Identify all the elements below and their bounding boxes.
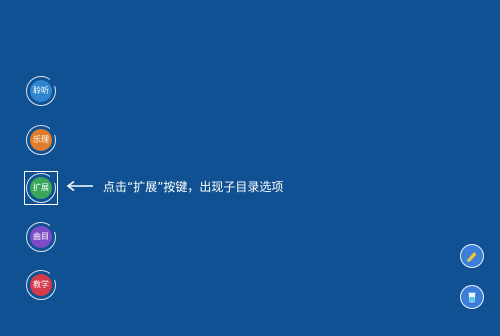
menu-item-repertoire[interactable]: 曲目 — [26, 222, 58, 252]
button-disc — [460, 285, 484, 309]
pencil-tool-button[interactable] — [460, 244, 484, 268]
menu-item-listen[interactable]: 聆听 — [26, 76, 58, 106]
ring-gap — [50, 272, 58, 280]
expand-highlight-box — [24, 171, 58, 205]
tutorial-screen: 聆听 乐理 扩展 曲目 教学 点击“扩展”按键，出现子目录选项 — [0, 0, 500, 336]
ring-gap — [50, 78, 58, 86]
left-arrow-icon — [66, 180, 93, 192]
menu-item-label: 聆听 — [30, 80, 52, 102]
menu-item-teaching[interactable]: 教学 — [26, 270, 58, 300]
ring-gap — [50, 127, 58, 135]
cup-tool-button[interactable] — [460, 285, 484, 309]
instruction-text: 点击“扩展”按键，出现子目录选项 — [103, 180, 284, 194]
menu-item-label: 乐理 — [30, 129, 52, 151]
menu-item-label: 教学 — [30, 274, 52, 296]
button-disc — [460, 244, 484, 268]
cup-icon — [468, 292, 476, 303]
menu-item-theory[interactable]: 乐理 — [26, 125, 58, 155]
ring-gap — [50, 224, 58, 232]
menu-item-label: 曲目 — [30, 226, 52, 248]
pencil-icon — [467, 252, 477, 262]
